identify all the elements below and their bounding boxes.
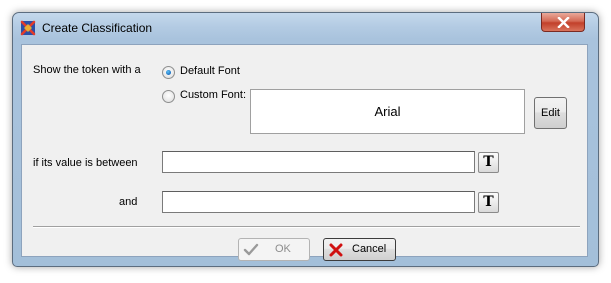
ok-label: OK [275,243,291,255]
dialog-window: Create Classification Show the token wit… [12,12,599,267]
font-preview-box: Arial [250,89,525,134]
edit-font-button[interactable]: Edit [534,97,567,129]
close-icon [557,17,570,28]
cancel-label: Cancel [352,243,387,255]
custom-font-radio[interactable] [162,90,175,103]
show-token-label: Show the token with a [33,64,141,76]
cancel-x-icon [328,242,344,258]
dialog-body: Show the token with a Default Font Custo… [21,44,588,261]
default-font-radio[interactable] [162,66,175,79]
checkmark-icon [243,242,259,258]
and-text-button[interactable]: T [478,192,499,213]
custom-font-label[interactable]: Custom Font: [180,89,246,101]
default-font-label[interactable]: Default Font [180,65,240,77]
ok-button[interactable]: OK [238,238,310,261]
button-separator [33,226,580,228]
and-value-input[interactable] [162,191,475,213]
close-button[interactable] [541,13,585,32]
title-bar[interactable]: Create Classification [13,13,598,42]
window-title: Create Classification [42,21,153,35]
radio-selected-dot [166,70,171,75]
between-text-button[interactable]: T [478,152,499,173]
between-value-input[interactable] [162,151,475,173]
and-label: and [119,196,138,208]
between-label: if its value is between [33,157,138,169]
classification-app-icon [20,20,36,36]
cancel-button[interactable]: Cancel [323,238,396,261]
